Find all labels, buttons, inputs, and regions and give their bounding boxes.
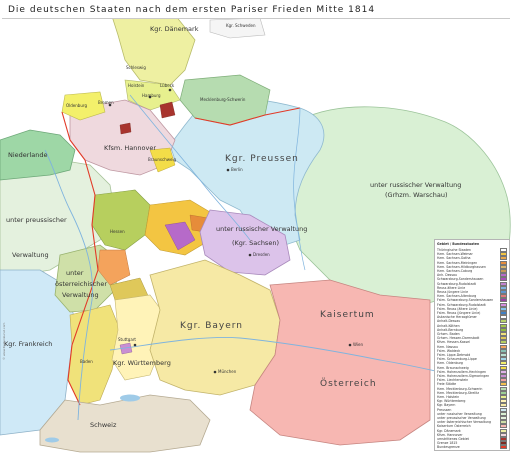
label-bremen: Bremen (98, 100, 114, 105)
lake-geneva (45, 437, 59, 443)
legend-swatch (500, 445, 507, 450)
label-hamburg: Hamburg (142, 93, 161, 98)
label-schleswig: Schleswig (126, 65, 146, 70)
city-dot-luebeck (168, 88, 172, 92)
label-wuerttemberg: Kgr. Württemberg (113, 359, 171, 367)
label-preussen: Kgr. Preussen (225, 154, 299, 164)
label-russian-admin-2: (Grhzm. Warschau) (385, 191, 448, 199)
label-denmark: Kgr. Dänemark (150, 25, 199, 33)
label-oesterreich: Österreich (320, 379, 377, 389)
label-stuttgart: Stuttgart (118, 337, 136, 342)
label-berlin: Berlin (231, 167, 243, 172)
label-oldenburg: Oldenburg (66, 103, 87, 108)
label-braunschweig: Braunschweig (148, 157, 177, 162)
legend-item: Bundesgrenze (437, 445, 509, 450)
label-hannover: Kfsm. Hannover (104, 144, 157, 152)
map-title: Die deutschen Staaten nach dem ersten Pa… (8, 5, 376, 15)
city-dot-berlin (226, 168, 230, 172)
city-dot-wien (348, 343, 352, 347)
legend: Gebiet / Bundesstaaten Thüringische Staat… (434, 239, 510, 451)
lake-constance (120, 394, 140, 402)
label-baden: Baden (80, 359, 93, 364)
title-bar: Die deutschen Staaten nach dem ersten Pa… (2, 2, 510, 19)
region-disputed-2 (119, 122, 132, 135)
map: Die deutschen Staaten nach dem ersten Pa… (0, 0, 512, 453)
city-dot-stuttgart (133, 343, 137, 347)
label-russian-admin-saxony: unter russischer Verwaltung (216, 225, 308, 233)
label-muenchen: München (218, 369, 237, 374)
legend-item-label: Bundesgrenze (437, 445, 460, 450)
label-dresden: Dresden (253, 252, 270, 257)
label-bayern: Kgr. Bayern (180, 321, 244, 331)
legend-header: Gebiet / Bundesstaaten (437, 242, 480, 246)
label-holstein: Holstein (128, 83, 145, 88)
label-austrian-admin-2: österreichischer (55, 280, 108, 288)
region-disputed-1 (159, 101, 176, 119)
city-dot-muenchen (213, 370, 217, 374)
label-schweden: Kgr. Schweden (226, 23, 256, 28)
label-saxony: (Kgr. Sachsen) (232, 239, 279, 247)
label-niederlande: Niederlande (8, 151, 48, 159)
label-austrian-admin-3: Verwaltung (62, 291, 99, 299)
label-schweiz: Schweiz (90, 421, 117, 429)
label-wien: Wien (353, 342, 363, 347)
label-mecklenburg: Mecklenburg-Schwerin (200, 97, 246, 102)
region-switzerland (39, 394, 211, 453)
label-luebeck: Lübeck (160, 83, 175, 88)
label-frankreich: Kgr. Frankreich (4, 340, 53, 348)
label-russian-admin-1: unter russischer Verwaltung (370, 181, 462, 189)
label-prussian-admin-1: unter preussischer (6, 216, 67, 224)
label-prussian-admin-2: Verwaltung (12, 251, 49, 259)
label-austrian-admin-1-text: unter (66, 269, 84, 277)
region-austria (249, 279, 431, 446)
label-kaisertum: Kaisertum (320, 310, 375, 320)
city-dot-dresden (248, 253, 252, 257)
label-hessen: Hessen (110, 229, 125, 234)
copyright: © www.Kartenkunst.com (2, 322, 6, 360)
